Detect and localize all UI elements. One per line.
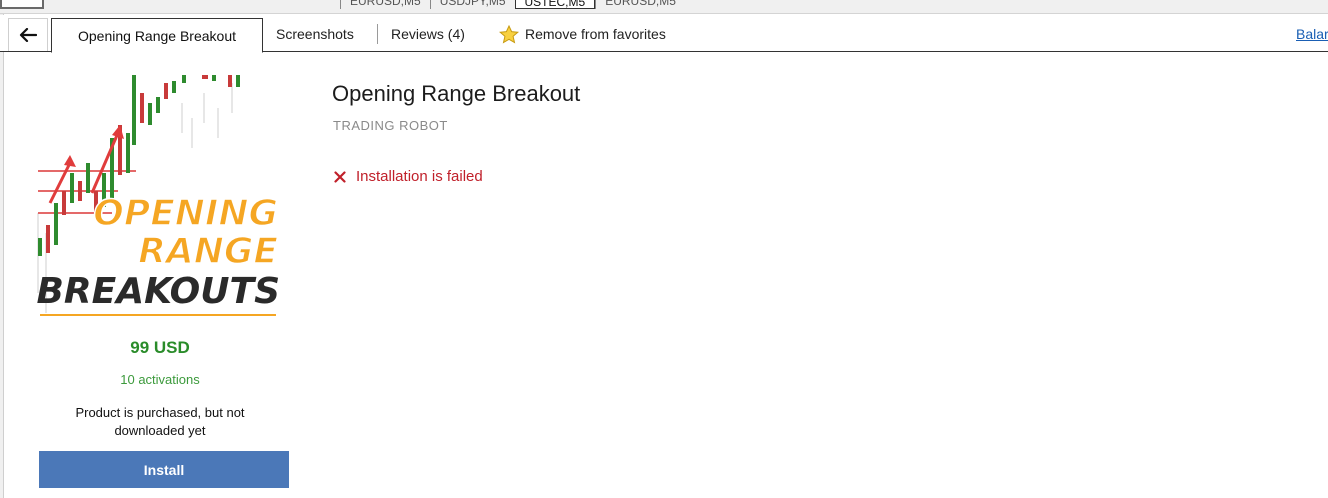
tab-reviews[interactable]: Reviews (4): [391, 20, 465, 48]
install-button[interactable]: Install: [39, 451, 289, 488]
balance-link[interactable]: Balar: [1296, 20, 1328, 48]
purchase-status: Product is purchased, but not downloaded…: [75, 405, 245, 438]
logo-text-line: BREAKOUTS: [36, 271, 280, 312]
product-tab-bar: Opening Range Breakout Screenshots Revie…: [0, 15, 1328, 53]
star-icon: [499, 24, 519, 44]
symbol-tabs: EURUSD,M5 USDJPY,M5 USTEC,M5 EURUSD,M5: [340, 0, 685, 9]
product-price: 99 USD: [130, 338, 190, 357]
remove-favorites-label: Remove from favorites: [525, 26, 666, 42]
symbol-tab[interactable]: USDJPY,M5: [429, 0, 515, 9]
logo-text-line: RANGE: [138, 231, 278, 272]
symbol-tab-strip: EURUSD,M5 USDJPY,M5 USTEC,M5 EURUSD,M5: [0, 0, 1328, 14]
product-category: TRADING ROBOT: [333, 118, 448, 133]
install-error-message: Installation is failed: [334, 168, 483, 185]
product-image: OPENING RANGE BREAKOUTS: [32, 63, 284, 328]
tab-screenshots[interactable]: Screenshots: [276, 20, 354, 48]
tab-overview[interactable]: Opening Range Breakout: [51, 18, 263, 53]
logo-text-line: OPENING: [93, 193, 278, 234]
symbol-tab-active[interactable]: USTEC,M5: [514, 0, 596, 9]
window-left-edge: [0, 0, 4, 498]
arrow-left-icon: [19, 28, 37, 42]
remove-favorites-button[interactable]: Remove from favorites: [499, 20, 666, 48]
install-error-text: Installation is failed: [356, 168, 483, 185]
strip-left-control[interactable]: [0, 0, 44, 9]
product-card: OPENING RANGE BREAKOUTS 99 USD 10 activa…: [12, 53, 308, 498]
symbol-tab[interactable]: EURUSD,M5: [595, 0, 685, 9]
back-button[interactable]: [8, 18, 48, 51]
page-title: Opening Range Breakout: [332, 81, 581, 106]
activations-count: 10 activations: [120, 372, 200, 387]
symbol-tab[interactable]: EURUSD,M5: [340, 0, 430, 9]
x-icon: [334, 170, 346, 183]
tab-separator: [377, 24, 378, 44]
